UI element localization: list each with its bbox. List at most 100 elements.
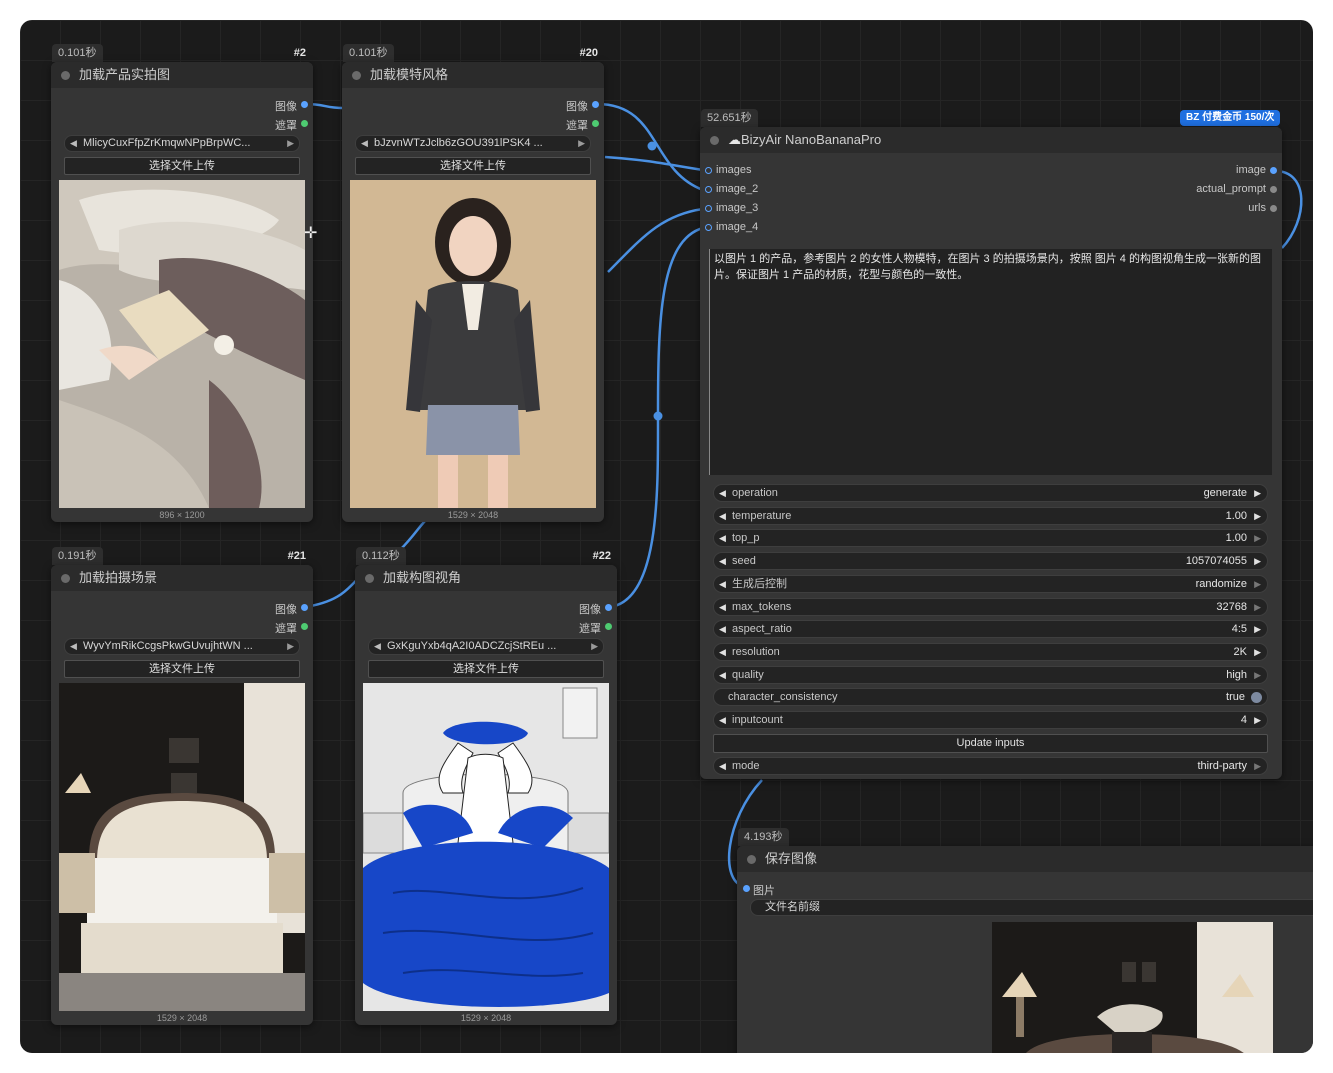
node-save-image[interactable]: 保存图像 图片 文件名前缀 xyxy=(737,846,1313,1053)
widget-aspect-ratio[interactable]: ◀ aspect_ratio 4:5 ▶ xyxy=(713,620,1268,638)
node-20-collapse-dot[interactable] xyxy=(352,71,361,80)
node-20-title-bar[interactable]: 加载模特风格 xyxy=(342,62,604,88)
widget-temperature[interactable]: ◀ temperature 1.00 ▶ xyxy=(713,507,1268,525)
node-22-output-mask-socket[interactable] xyxy=(605,623,612,630)
node-20-output-mask-socket[interactable] xyxy=(592,120,599,127)
model-photo xyxy=(350,180,596,508)
save-title: 保存图像 xyxy=(765,851,818,866)
increment-arrow-icon[interactable]: ▶ xyxy=(1254,644,1261,660)
save-collapse-dot[interactable] xyxy=(747,855,756,864)
decrement-arrow-icon[interactable]: ◀ xyxy=(719,667,726,683)
save-exec-time: 4.193秒 xyxy=(738,828,789,846)
decrement-arrow-icon[interactable]: ◀ xyxy=(719,485,726,501)
nano-output-urls-socket[interactable] xyxy=(1270,205,1277,212)
node-21-title-bar[interactable]: 加载拍摄场景 xyxy=(51,565,313,591)
node-2-output-mask-socket[interactable] xyxy=(301,120,308,127)
nano-input-image3-socket[interactable] xyxy=(705,205,712,212)
widget-operation[interactable]: ◀ operation generate ▶ xyxy=(713,484,1268,502)
prompt-textarea[interactable]: 以图片 1 的产品，参考图片 2 的女性人物模特，在图片 3 的拍摄场景内，按照… xyxy=(709,249,1272,475)
save-title-bar[interactable]: 保存图像 xyxy=(737,846,1313,872)
decrement-arrow-icon[interactable]: ◀ xyxy=(719,576,726,592)
node-22-file-select[interactable]: ◀ GxKguYxb4qA2I0ADCZcjStREu ... ▶ xyxy=(368,638,604,655)
nano-input-images-socket[interactable] xyxy=(705,167,712,174)
node-2-collapse-dot[interactable] xyxy=(61,71,70,80)
node-22-output-image-socket[interactable] xyxy=(605,604,612,611)
decrement-arrow-icon[interactable]: ◀ xyxy=(719,621,726,637)
prev-arrow-icon[interactable]: ◀ xyxy=(374,639,381,654)
node-20-file-select[interactable]: ◀ bJzvnWTzJclb6zGOU391lPSK4 ... ▶ xyxy=(355,135,591,152)
node-2-exec-time: 0.101秒 xyxy=(52,44,103,62)
node-20-id: #20 xyxy=(579,47,598,59)
widget-resolution[interactable]: ◀ resolution 2K ▶ xyxy=(713,643,1268,661)
widget-resolution-label: resolution xyxy=(732,646,780,658)
node-20-upload-button[interactable]: 选择文件上传 xyxy=(355,157,591,175)
prev-arrow-icon[interactable]: ◀ xyxy=(70,136,77,151)
widget-max-tokens[interactable]: ◀ max_tokens 32768 ▶ xyxy=(713,598,1268,616)
node-22-title-bar[interactable]: 加载构图视角 xyxy=(355,565,617,591)
node-2-output-image-socket[interactable] xyxy=(301,101,308,108)
next-arrow-icon[interactable]: ▶ xyxy=(591,639,598,654)
decrement-arrow-icon[interactable]: ◀ xyxy=(719,758,726,774)
node-21-file-select[interactable]: ◀ WyvYmRikCcgsPkwGUvujhtWN ... ▶ xyxy=(64,638,300,655)
workflow-canvas[interactable]: 0.101秒 #2 加载产品实拍图 图像 遮罩 ◀ MlicyCuxFfpZrK… xyxy=(20,20,1313,1053)
next-arrow-icon[interactable]: ▶ xyxy=(287,136,294,151)
next-arrow-icon[interactable]: ▶ xyxy=(578,136,585,151)
increment-arrow-icon[interactable]: ▶ xyxy=(1254,712,1261,728)
node-2-file-select[interactable]: ◀ MlicyCuxFfpZrKmqwNPpBrpWC... ▶ xyxy=(64,135,300,152)
node-20-output-image-socket[interactable] xyxy=(592,101,599,108)
node-22-upload-button[interactable]: 选择文件上传 xyxy=(368,660,604,678)
increment-arrow-icon[interactable]: ▶ xyxy=(1254,758,1261,774)
decrement-arrow-icon[interactable]: ◀ xyxy=(719,644,726,660)
decrement-arrow-icon[interactable]: ◀ xyxy=(719,530,726,546)
save-preview-image xyxy=(992,922,1273,1053)
widget-mode-value: third-party xyxy=(1197,760,1247,772)
node-21-collapse-dot[interactable] xyxy=(61,574,70,583)
node-load-product-image[interactable]: 加载产品实拍图 图像 遮罩 ◀ MlicyCuxFfpZrKmqwNPpBrpW… xyxy=(51,62,313,522)
toggle-knob[interactable] xyxy=(1251,692,1262,703)
save-input-image-socket[interactable] xyxy=(743,885,750,892)
increment-arrow-icon[interactable]: ▶ xyxy=(1254,553,1261,569)
update-inputs-button[interactable]: Update inputs xyxy=(713,734,1268,753)
increment-arrow-icon[interactable]: ▶ xyxy=(1254,667,1261,683)
widget-inputcount[interactable]: ◀ inputcount 4 ▶ xyxy=(713,711,1268,729)
node-21-upload-button[interactable]: 选择文件上传 xyxy=(64,660,300,678)
increment-arrow-icon[interactable]: ▶ xyxy=(1254,508,1261,524)
decrement-arrow-icon[interactable]: ◀ xyxy=(719,599,726,615)
widget-seed-value: 1057074055 xyxy=(1185,555,1247,567)
node-2-image-dimensions: 896 × 1200 xyxy=(159,510,205,520)
widget-quality[interactable]: ◀ quality high ▶ xyxy=(713,666,1268,684)
increment-arrow-icon[interactable]: ▶ xyxy=(1254,530,1261,546)
nano-title-bar[interactable]: ☁BizyAir NanoBananaPro xyxy=(700,127,1282,153)
widget-top-p[interactable]: ◀ top_p 1.00 ▶ xyxy=(713,529,1268,547)
increment-arrow-icon[interactable]: ▶ xyxy=(1254,599,1261,615)
decrement-arrow-icon[interactable]: ◀ xyxy=(719,553,726,569)
nano-output-actual-prompt-socket[interactable] xyxy=(1270,186,1277,193)
node-2-title-bar[interactable]: 加载产品实拍图 xyxy=(51,62,313,88)
node-21-output-image-socket[interactable] xyxy=(301,604,308,611)
increment-arrow-icon[interactable]: ▶ xyxy=(1254,485,1261,501)
nano-collapse-dot[interactable] xyxy=(710,136,719,145)
nano-input-image4-socket[interactable] xyxy=(705,224,712,231)
prev-arrow-icon[interactable]: ◀ xyxy=(70,639,77,654)
filename-prefix-field[interactable]: 文件名前缀 xyxy=(750,899,1313,916)
node-22-id: #22 xyxy=(592,550,611,562)
next-arrow-icon[interactable]: ▶ xyxy=(287,639,294,654)
node-load-model-style[interactable]: 加载模特风格 图像 遮罩 ◀ bJzvnWTzJclb6zGOU391lPSK4… xyxy=(342,62,604,522)
node-21-output-mask-socket[interactable] xyxy=(301,623,308,630)
nano-input-image2-socket[interactable] xyxy=(705,186,712,193)
decrement-arrow-icon[interactable]: ◀ xyxy=(719,508,726,524)
decrement-arrow-icon[interactable]: ◀ xyxy=(719,712,726,728)
widget-character-consistency[interactable]: character_consistency true xyxy=(713,688,1268,706)
widget-seed[interactable]: ◀ seed 1057074055 ▶ xyxy=(713,552,1268,570)
widget-mode[interactable]: ◀ mode third-party ▶ xyxy=(713,757,1268,775)
node-2-upload-button[interactable]: 选择文件上传 xyxy=(64,157,300,175)
nano-output-image-socket[interactable] xyxy=(1270,167,1277,174)
increment-arrow-icon[interactable]: ▶ xyxy=(1254,576,1261,592)
node-load-composition-view[interactable]: 加载构图视角 图像 遮罩 ◀ GxKguYxb4qA2I0ADCZcjStREu… xyxy=(355,565,617,1025)
node-bizyair-nanobananapro[interactable]: ☁BizyAir NanoBananaPro images image_2 im… xyxy=(700,127,1282,779)
increment-arrow-icon[interactable]: ▶ xyxy=(1254,621,1261,637)
prev-arrow-icon[interactable]: ◀ xyxy=(361,136,368,151)
widget-control-after-generate[interactable]: ◀ 生成后控制 randomize ▶ xyxy=(713,575,1268,593)
node-22-collapse-dot[interactable] xyxy=(365,574,374,583)
node-load-shooting-scene[interactable]: 加载拍摄场景 图像 遮罩 ◀ WyvYmRikCcgsPkwGUvujhtWN … xyxy=(51,565,313,1025)
